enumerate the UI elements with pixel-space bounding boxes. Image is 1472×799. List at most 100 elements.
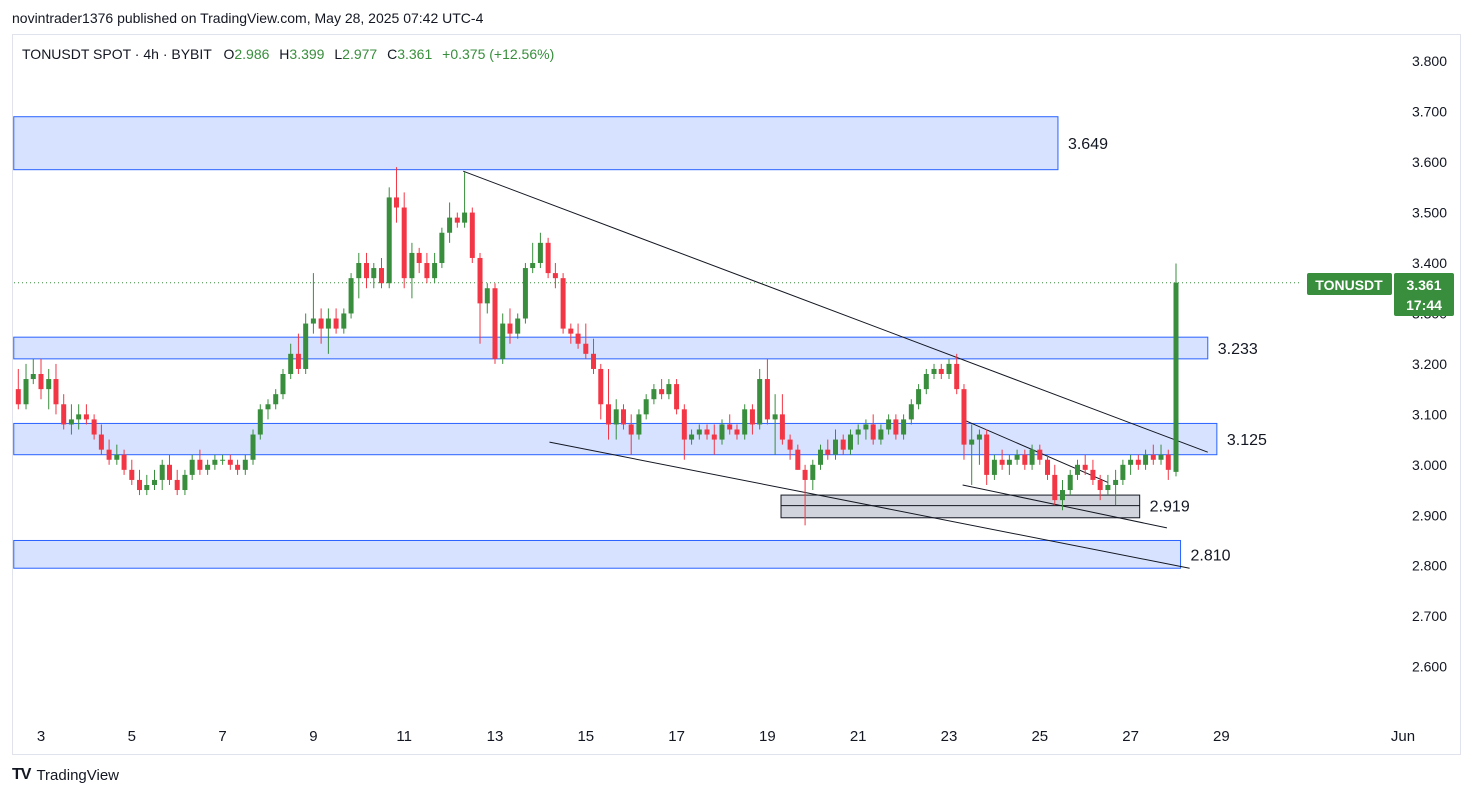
candle-body-up	[1173, 282, 1179, 472]
zone-label: 3.233	[1218, 341, 1258, 358]
candle-body-down	[1037, 449, 1043, 460]
legend-close-value: 3.361	[397, 46, 432, 62]
candle-body-up	[1158, 454, 1164, 460]
candle-body-down	[802, 469, 808, 480]
candle-body-up	[439, 232, 445, 264]
candle-body-up	[689, 434, 695, 440]
candle-body-down	[1052, 474, 1058, 501]
price-tick-label: 3.800	[1412, 53, 1447, 69]
candle-body-down	[235, 464, 241, 470]
time-tick-label: 15	[577, 728, 594, 745]
candle-body-down	[295, 353, 301, 369]
candle-body-up	[325, 318, 331, 329]
candle-body-down	[606, 404, 611, 425]
zone-label: 3.649	[1068, 136, 1108, 153]
candle-body-up	[1128, 459, 1134, 465]
candle-body-up	[341, 313, 347, 329]
candle-body-down	[333, 318, 339, 329]
candle-body-up	[757, 379, 763, 425]
candle-body-up	[1014, 454, 1020, 460]
candle-body-down	[129, 469, 135, 480]
candle-body-up	[432, 263, 438, 279]
candle-body-up	[273, 394, 279, 405]
candle-body-down	[1022, 454, 1028, 465]
candle-body-down	[620, 409, 626, 425]
candle-body-down	[1150, 454, 1156, 460]
zone-label: 2.810	[1191, 547, 1231, 564]
time-tick-label: 11	[396, 728, 412, 745]
price-tick-label: 3.600	[1412, 154, 1447, 170]
candle-body-down	[1082, 464, 1088, 470]
candle-body-down	[61, 404, 67, 425]
candle-body-up	[878, 429, 884, 440]
candle-body-down	[15, 389, 21, 405]
candle-body-down	[318, 318, 324, 329]
price-chart[interactable]: TONUSDT SPOT · 4h · BYBIT O2.986 H3.399 …	[0, 0, 1472, 799]
time-tick-label: 21	[850, 728, 867, 745]
candle-body-up	[1060, 490, 1065, 501]
candle-body-up	[76, 414, 82, 420]
candle-body-down	[628, 424, 634, 435]
candle-body-up	[30, 374, 36, 380]
candle-body-up	[462, 212, 468, 223]
candle-body-up	[908, 404, 914, 420]
legend-change: +0.375 (+12.56%)	[442, 46, 554, 62]
price-tick-label: 2.700	[1412, 608, 1447, 624]
candle-body-up	[636, 414, 642, 435]
candle-body-up	[742, 409, 748, 435]
candle-body-up	[855, 429, 861, 435]
candle-body-down	[711, 434, 717, 440]
candle-body-down	[454, 217, 460, 223]
candle-body-up	[522, 268, 528, 319]
candle-body-up	[1067, 474, 1073, 491]
candle-body-up	[923, 374, 929, 390]
candle-body-up	[833, 439, 838, 455]
price-axis[interactable]: 3.8003.7003.6003.5003.4003.3003.2003.100…	[1412, 53, 1447, 674]
candle-body-down	[507, 323, 513, 334]
price-tick-label: 2.900	[1412, 507, 1447, 523]
candle-body-up	[818, 449, 824, 465]
zone-label: 3.125	[1227, 432, 1267, 449]
legend-symbol: TONUSDT SPOT · 4h · BYBIT	[22, 46, 212, 62]
candle-body-up	[1120, 464, 1126, 480]
price-tick-label: 3.100	[1412, 406, 1447, 422]
candle-body-up	[159, 464, 165, 480]
candle-body-up	[265, 404, 271, 410]
candle-body-down	[681, 409, 687, 440]
time-tick-label: 25	[1031, 728, 1048, 745]
candle-body-up	[991, 459, 997, 475]
candle-body-up	[484, 288, 490, 304]
candle-body-up	[280, 374, 286, 395]
candle-body-up	[863, 424, 869, 430]
candle-body-up	[386, 197, 392, 284]
candle-body-down	[401, 207, 407, 279]
candle-body-down	[1097, 479, 1103, 491]
candle-body-down	[545, 242, 551, 274]
last-price-symbol: TONUSDT	[1315, 277, 1383, 293]
candle-body-down	[1045, 459, 1051, 475]
footer-brand[interactable]: TV TradingView	[12, 766, 119, 784]
candle-body-down	[552, 273, 558, 279]
candle-body-up	[666, 384, 672, 395]
candle-body-up	[537, 242, 543, 264]
candle-body-up	[847, 434, 853, 450]
candle-body-down	[938, 368, 944, 374]
time-tick-label: 7	[218, 728, 226, 745]
candle-body-down	[121, 454, 127, 470]
tradingview-logo-icon: TV	[12, 766, 31, 783]
candle-body-down	[106, 449, 112, 460]
time-axis[interactable]: 3 5 7 9 11 13 15 17 19 21 23 25 27 29 Jun	[37, 728, 1415, 745]
candle-body-down	[704, 429, 710, 435]
time-tick-label: 13	[487, 728, 504, 745]
candle-body-down	[379, 268, 384, 284]
candle-body-up	[1113, 479, 1119, 485]
candle-body-up	[1006, 459, 1012, 465]
countdown-timer: 17:44	[1406, 297, 1442, 313]
candle-body-up	[651, 389, 657, 400]
candle-body-down	[795, 449, 801, 470]
candle-body-up	[220, 459, 226, 461]
candle-body-up	[969, 439, 975, 445]
last-price-tag: TONUSDT 3.361 17:44	[1307, 273, 1454, 316]
time-tick-label: 23	[941, 728, 958, 745]
candle-body-down	[598, 368, 604, 405]
